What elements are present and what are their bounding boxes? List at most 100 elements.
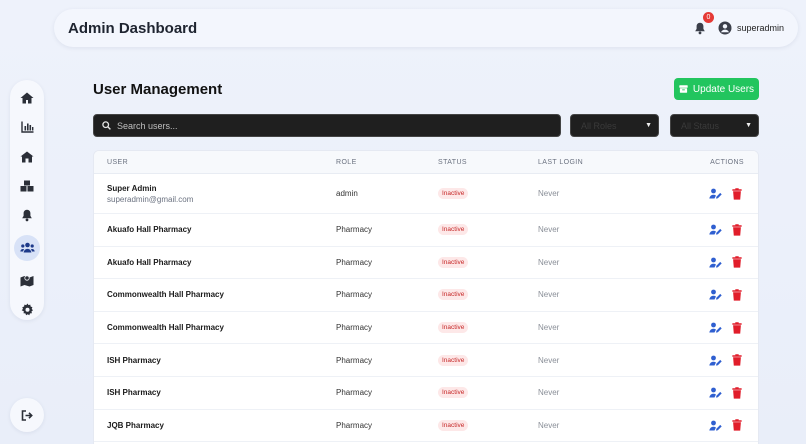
role-cell: admin bbox=[323, 189, 425, 198]
status-badge: Inactive bbox=[438, 289, 469, 301]
user-cell: Akuafo Hall Pharmacy bbox=[94, 225, 323, 234]
edit-user-button[interactable] bbox=[708, 288, 722, 302]
status-cell: Inactive bbox=[425, 188, 525, 199]
user-cell: Commonwealth Hall Pharmacy bbox=[94, 323, 323, 332]
last-login-cell: Never bbox=[525, 388, 655, 397]
sidebar-item-settings[interactable] bbox=[14, 300, 40, 320]
status-badge: Inactive bbox=[438, 354, 469, 366]
sidebar-item-map[interactable] bbox=[14, 270, 40, 290]
delete-user-button[interactable] bbox=[730, 353, 744, 367]
delete-user-button[interactable] bbox=[730, 187, 744, 201]
trash-icon bbox=[732, 289, 742, 301]
actions-cell bbox=[655, 386, 758, 400]
actions-cell bbox=[655, 223, 758, 237]
sidebar-item-users[interactable] bbox=[14, 234, 40, 261]
role-cell: Pharmacy bbox=[323, 356, 425, 365]
user-name: Super Admin bbox=[107, 183, 157, 193]
delete-user-button[interactable] bbox=[730, 288, 744, 302]
edit-user-button[interactable] bbox=[708, 418, 722, 432]
sidebar-item-facilities[interactable] bbox=[14, 147, 40, 167]
delete-user-button[interactable] bbox=[730, 386, 744, 400]
actions-cell bbox=[655, 418, 758, 432]
edit-user-button[interactable] bbox=[708, 386, 722, 400]
column-header-actions: ACTIONS bbox=[710, 158, 744, 166]
edit-user-button[interactable] bbox=[708, 223, 722, 237]
actions-cell bbox=[655, 187, 758, 201]
status-badge: Inactive bbox=[438, 419, 469, 431]
delete-user-button[interactable] bbox=[730, 418, 744, 432]
status-badge: Inactive bbox=[438, 322, 469, 334]
role-cell: Pharmacy bbox=[323, 225, 425, 234]
user-menu[interactable]: superadmin bbox=[718, 21, 784, 35]
last-login-value: Never bbox=[538, 290, 560, 300]
sidebar-item-home[interactable] bbox=[14, 88, 40, 108]
user-cell: ISH Pharmacy bbox=[94, 356, 323, 365]
last-login-value: Never bbox=[538, 323, 560, 333]
last-login-cell: Never bbox=[525, 290, 655, 299]
status-cell: Inactive bbox=[425, 387, 525, 399]
trash-icon bbox=[732, 419, 742, 431]
user-edit-icon bbox=[708, 290, 722, 301]
delete-user-button[interactable] bbox=[730, 255, 744, 269]
home-icon bbox=[20, 92, 34, 104]
last-login-cell: Never bbox=[525, 225, 655, 234]
bell-icon bbox=[22, 209, 32, 222]
notification-count-badge: 0 bbox=[702, 12, 714, 23]
user-role: Pharmacy bbox=[336, 225, 373, 235]
sidebar-item-analytics[interactable] bbox=[14, 117, 40, 137]
update-users-label: Update Users bbox=[692, 83, 755, 95]
status-badge: Inactive bbox=[438, 387, 469, 399]
delete-user-button[interactable] bbox=[730, 223, 744, 237]
last-login-cell: Never bbox=[525, 258, 655, 267]
user-role: Pharmacy bbox=[336, 257, 373, 267]
search-bar[interactable] bbox=[93, 114, 561, 137]
chevron-down-icon: ▼ bbox=[645, 122, 652, 129]
last-login-cell: Never bbox=[525, 323, 655, 332]
archive-icon bbox=[679, 85, 688, 93]
page-title: User Management bbox=[93, 81, 223, 98]
chart-icon bbox=[20, 121, 33, 134]
delete-user-button[interactable] bbox=[730, 321, 744, 335]
trash-icon bbox=[732, 321, 742, 334]
notifications-button[interactable]: 0 bbox=[692, 12, 714, 36]
actions-cell bbox=[655, 255, 758, 269]
edit-user-button[interactable] bbox=[708, 353, 722, 367]
search-input[interactable] bbox=[117, 120, 537, 131]
table-row: Commonwealth Hall Pharmacy Pharmacy Inac… bbox=[94, 279, 758, 312]
user-role: admin bbox=[336, 189, 358, 198]
sidebar-item-inventory[interactable] bbox=[14, 176, 40, 196]
user-edit-icon bbox=[708, 355, 722, 366]
gear-icon bbox=[21, 303, 33, 316]
user-name: Akuafo Hall Pharmacy bbox=[107, 257, 192, 267]
sidebar-item-notifications[interactable] bbox=[14, 206, 40, 226]
status-cell: Inactive bbox=[425, 289, 525, 301]
table-header: USER ROLE STATUS LAST LOGIN ACTIONS bbox=[94, 151, 758, 174]
trash-icon bbox=[732, 354, 742, 366]
trash-icon bbox=[732, 187, 742, 200]
user-cell: Akuafo Hall Pharmacy bbox=[94, 258, 323, 267]
table-body: Super Admin superadmin@gmail.com admin I… bbox=[94, 174, 758, 443]
status-badge: Inactive bbox=[438, 224, 469, 236]
status-cell: Inactive bbox=[425, 354, 525, 366]
last-login-cell: Never bbox=[525, 421, 655, 430]
status-filter-select[interactable]: All Status ▼ bbox=[670, 114, 759, 137]
table-row: Commonwealth Hall Pharmacy Pharmacy Inac… bbox=[94, 312, 758, 345]
user-role: Pharmacy bbox=[336, 388, 373, 398]
logout-button[interactable] bbox=[10, 398, 44, 432]
actions-cell bbox=[655, 288, 758, 302]
status-badge: Inactive bbox=[438, 256, 469, 268]
column-header-last-login: LAST LOGIN bbox=[538, 158, 584, 166]
role-cell: Pharmacy bbox=[323, 421, 425, 430]
edit-user-button[interactable] bbox=[708, 187, 722, 201]
edit-user-button[interactable] bbox=[708, 321, 722, 335]
user-cell: Super Admin superadmin@gmail.com bbox=[94, 184, 323, 204]
status-cell: Inactive bbox=[425, 419, 525, 431]
table-row: Super Admin superadmin@gmail.com admin I… bbox=[94, 174, 758, 214]
update-users-button[interactable]: Update Users bbox=[674, 78, 759, 100]
user-name: JQB Pharmacy bbox=[107, 420, 164, 430]
boxes-icon bbox=[20, 180, 34, 192]
role-filter-select[interactable]: All Roles ▼ bbox=[570, 114, 659, 137]
last-login-value: Never bbox=[538, 257, 560, 267]
edit-user-button[interactable] bbox=[708, 255, 722, 269]
user-role: Pharmacy bbox=[336, 355, 373, 365]
